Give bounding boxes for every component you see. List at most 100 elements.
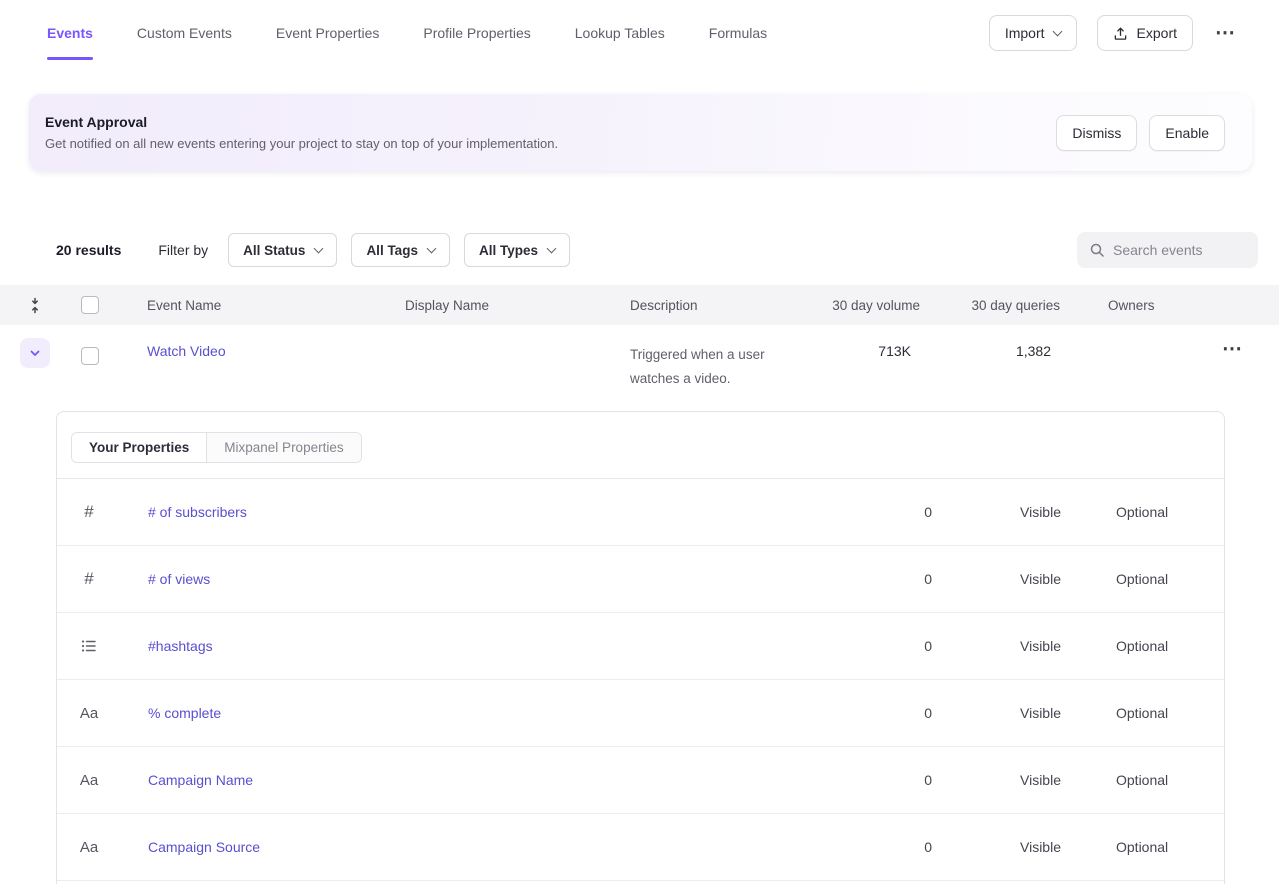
description-cell: Triggered when a user watches a video. xyxy=(630,325,790,391)
nav-tab-formulas[interactable]: Formulas xyxy=(709,0,767,66)
banner-title: Event Approval xyxy=(45,114,558,130)
property-count: 0 xyxy=(812,772,932,788)
filters-bar: 20 results Filter by All Status All Tags… xyxy=(56,232,1258,268)
import-button[interactable]: Import xyxy=(989,15,1077,51)
event-approval-banner: Event Approval Get notified on all new e… xyxy=(29,94,1252,171)
text-icon xyxy=(80,772,98,789)
banner-text: Event Approval Get notified on all new e… xyxy=(45,114,558,151)
search-input[interactable] xyxy=(1113,242,1246,258)
property-name-link[interactable]: # of views xyxy=(148,571,210,587)
filter-dropdown-all-tags[interactable]: All Tags xyxy=(351,233,450,267)
list-icon xyxy=(81,639,97,653)
property-name-cell: # of subscribers xyxy=(121,504,812,520)
property-requirement: Optional xyxy=(1082,839,1224,855)
property-count: 0 xyxy=(812,705,932,721)
filter-dropdowns: All Status All Tags All Types xyxy=(228,233,570,267)
text-icon xyxy=(80,705,98,722)
tab-mixpanel-properties[interactable]: Mixpanel Properties xyxy=(206,433,360,462)
export-button[interactable]: Export xyxy=(1097,15,1193,51)
column-header-30-day-queries: 30 day queries xyxy=(920,298,1060,313)
property-icon-cell xyxy=(57,569,121,589)
more-button[interactable] xyxy=(1213,21,1237,45)
property-visibility: Visible xyxy=(932,638,1082,654)
properties-tabs: Your Properties Mixpanel Properties xyxy=(71,432,362,463)
nav-tab-custom-events[interactable]: Custom Events xyxy=(137,0,232,66)
nav-tab-event-properties[interactable]: Event Properties xyxy=(276,0,380,66)
property-name-cell: Campaign Source xyxy=(121,839,812,855)
event-row: Watch Video Triggered when a user watche… xyxy=(0,325,1279,401)
nav-tab-events[interactable]: Events xyxy=(47,0,93,66)
chevron-down-icon xyxy=(1052,26,1062,36)
filter-dropdown-all-types[interactable]: All Types xyxy=(464,233,570,267)
enable-button[interactable]: Enable xyxy=(1149,115,1225,151)
property-icon-cell xyxy=(57,839,121,856)
header-controls xyxy=(0,296,147,314)
export-icon xyxy=(1113,26,1128,41)
property-name-link[interactable]: Campaign Name xyxy=(148,772,253,788)
select-all-checkbox[interactable] xyxy=(81,296,99,314)
events-table-header: Event Name Display Name Description 30 d… xyxy=(0,285,1279,325)
property-row: % complete 0 Visible Optional xyxy=(57,680,1224,747)
property-row: # of views 0 Visible Optional xyxy=(57,546,1224,613)
filter-dropdown-label: All Tags xyxy=(366,243,418,258)
row-controls xyxy=(0,325,147,368)
text-icon xyxy=(80,839,98,856)
properties-tabbar: Your Properties Mixpanel Properties xyxy=(57,412,1224,479)
banner-description: Get notified on all new events entering … xyxy=(45,136,558,151)
property-count: 0 xyxy=(812,504,932,520)
property-row: # of subscribers 0 Visible Optional xyxy=(57,479,1224,546)
filter-dropdown-all-status[interactable]: All Status xyxy=(228,233,337,267)
results-count: 20 results xyxy=(56,242,121,258)
property-visibility: Visible xyxy=(932,772,1082,788)
property-visibility: Visible xyxy=(932,839,1082,855)
collapse-all-icon[interactable] xyxy=(27,297,43,314)
expand-row-button[interactable] xyxy=(20,338,50,368)
column-header-30-day-volume: 30 day volume xyxy=(790,298,920,313)
dismiss-button[interactable]: Dismiss xyxy=(1056,115,1137,151)
event-name-link[interactable]: Watch Video xyxy=(147,343,226,359)
event-name-cell: Watch Video xyxy=(147,325,405,359)
property-name-cell: Campaign Name xyxy=(121,772,812,788)
properties-list: # of subscribers 0 Visible Optional # of… xyxy=(57,479,1224,881)
chevron-down-icon xyxy=(28,346,42,360)
row-actions xyxy=(1208,325,1279,361)
property-row: Campaign Source 0 Visible Optional xyxy=(57,814,1224,881)
column-header-description: Description xyxy=(630,298,790,313)
property-name-link[interactable]: # of subscribers xyxy=(148,504,247,520)
property-icon-cell xyxy=(57,502,121,522)
filter-dropdown-label: All Status xyxy=(243,243,305,258)
display-name-cell xyxy=(405,325,630,343)
column-header-display-name: Display Name xyxy=(405,298,630,313)
filter-dropdown-label: All Types xyxy=(479,243,538,258)
property-requirement: Optional xyxy=(1082,571,1224,587)
top-nav: Events Custom Events Event Properties Profi… xyxy=(0,0,1279,66)
page: Events Custom Events Event Properties Profi… xyxy=(0,0,1279,884)
row-checkbox[interactable] xyxy=(81,347,99,365)
property-name-link[interactable]: #hashtags xyxy=(148,638,213,654)
nav-tab-profile-properties[interactable]: Profile Properties xyxy=(423,0,530,66)
properties-panel: Your Properties Mixpanel Properties # of… xyxy=(56,411,1225,884)
property-row: #hashtags 0 Visible Optional xyxy=(57,613,1224,680)
property-count: 0 xyxy=(812,571,932,587)
export-label: Export xyxy=(1137,25,1177,41)
chevron-down-icon xyxy=(427,243,437,253)
nav-tab-lookup-tables[interactable]: Lookup Tables xyxy=(575,0,665,66)
property-row: Campaign Name 0 Visible Optional xyxy=(57,747,1224,814)
queries-cell: 1,382 xyxy=(920,325,1060,359)
property-requirement: Optional xyxy=(1082,772,1224,788)
property-name-link[interactable]: % complete xyxy=(148,705,221,721)
chevron-down-icon xyxy=(547,243,557,253)
search-icon xyxy=(1089,242,1105,258)
nav-tabs: Events Custom Events Event Properties Profi… xyxy=(47,0,767,66)
banner-actions: Dismiss Enable xyxy=(1056,115,1225,151)
property-count: 0 xyxy=(812,638,932,654)
import-label: Import xyxy=(1005,25,1045,41)
property-visibility: Visible xyxy=(932,504,1082,520)
property-count: 0 xyxy=(812,839,932,855)
column-header-owners: Owners xyxy=(1060,298,1208,313)
property-icon-cell xyxy=(57,705,121,722)
property-name-link[interactable]: Campaign Source xyxy=(148,839,260,855)
tab-your-properties[interactable]: Your Properties xyxy=(72,433,206,462)
chevron-down-icon xyxy=(314,243,324,253)
row-more-button[interactable] xyxy=(1220,337,1244,361)
